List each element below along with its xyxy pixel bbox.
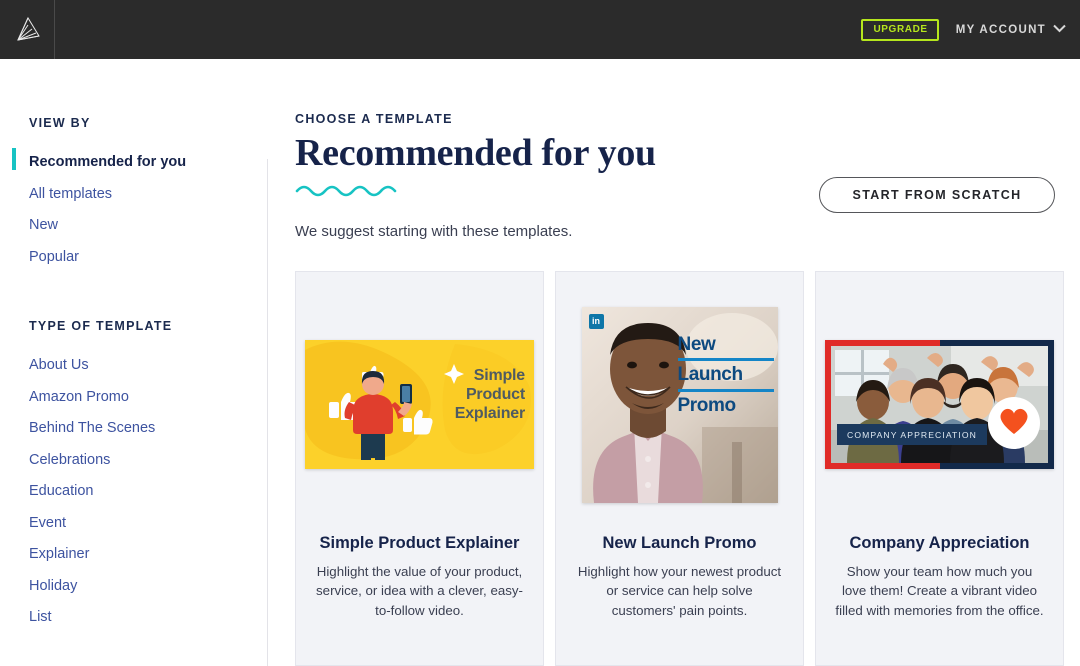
template-thumbnail-wrapper: COMPANY APPRECIATION [816,272,1063,537]
sidebar-item-behind-the-scenes[interactable]: Behind The Scenes [29,415,268,447]
sidebar-item-about-us[interactable]: About Us [29,352,268,384]
heart-badge [988,397,1040,449]
thumb-text-line-3: Explainer [454,405,525,423]
chevron-down-icon [1053,24,1066,36]
sidebar-item-recommended-for-you[interactable]: Recommended for you [12,148,268,181]
topbar-actions: UPGRADE MY ACCOUNT [861,18,1080,41]
my-account-menu[interactable]: MY ACCOUNT [956,24,1066,36]
template-card-grid: Simple Product Explainer Simple Product … [295,271,1064,666]
template-thumbnail-wrapper: in New Launch Promo [556,272,803,537]
fan-logo-icon [12,15,42,45]
template-card-simple-product-explainer[interactable]: Simple Product Explainer Simple Product … [295,271,544,666]
thumb-divider-rule-1 [677,358,774,362]
page-title: Recommended for you [295,132,656,174]
template-thumbnail-company-appreciation: COMPANY APPRECIATION [825,340,1054,469]
thumb-text-line-2: Product [465,386,525,404]
sidebar-item-celebrations[interactable]: Celebrations [29,447,268,479]
heart-icon [998,406,1030,441]
upgrade-button[interactable]: UPGRADE [861,18,939,41]
sidebar: VIEW BY Recommended for you All template… [0,59,268,666]
sidebar-item-new[interactable]: New [29,212,268,244]
template-thumbnail-text: Simple Product Explainer [455,366,525,424]
sidebar-item-education[interactable]: Education [29,478,268,510]
breadcrumb-eyebrow: CHOOSE A TEMPLATE [295,112,453,126]
sidebar-item-holiday[interactable]: Holiday [29,573,268,605]
sidebar-item-all-templates[interactable]: All templates [29,181,268,213]
template-card-title: Company Appreciation [849,534,1030,552]
thumb-text-line-1: New [677,333,716,355]
thumb-text-line-2: Launch [677,364,744,386]
linkedin-icon: in [588,313,604,329]
template-card-title: New Launch Promo [602,534,757,552]
template-thumbnail-new-launch-promo: in New Launch Promo [581,306,778,503]
app-logo[interactable] [0,0,55,59]
thumb-banner-text: COMPANY APPRECIATION [837,424,987,445]
template-card-description: Highlight the value of your product, ser… [316,564,523,618]
sidebar-item-list[interactable]: List [29,604,268,636]
thumb-divider-rule-2 [677,389,774,393]
my-account-label: MY ACCOUNT [955,23,1046,36]
template-card-title: Simple Product Explainer [319,534,520,552]
template-card-new-launch-promo[interactable]: in New Launch Promo New Launch Promo Hig… [555,271,804,666]
sidebar-item-explainer[interactable]: Explainer [29,541,268,573]
template-card-description: Show your team how much you love them! C… [835,564,1044,618]
page-subtitle: We suggest starting with these templates… [295,223,573,241]
sidebar-item-popular[interactable]: Popular [29,244,268,276]
template-thumbnail-simple-product-explainer: Simple Product Explainer [305,340,534,469]
sidebar-heading-type-of-template: TYPE OF TEMPLATE [29,319,173,333]
template-card-description: Highlight how your newest product or ser… [577,564,782,618]
thumb-text-line-1: Simple [473,367,525,384]
sidebar-heading-view-by: VIEW BY [29,116,91,130]
thumb-text-line-3: Promo [677,395,737,417]
template-card-company-appreciation[interactable]: COMPANY APPRECIATION Company Appreciatio… [815,271,1064,666]
start-from-scratch-button[interactable]: START FROM SCRATCH [819,177,1055,213]
template-thumbnail-wrapper: Simple Product Explainer [296,272,543,537]
sidebar-item-event[interactable]: Event [29,510,268,542]
top-navigation-bar: UPGRADE MY ACCOUNT [0,0,1080,59]
template-thumbnail-text: New Launch Promo [677,333,774,417]
sidebar-item-amazon-promo[interactable]: Amazon Promo [29,384,268,416]
